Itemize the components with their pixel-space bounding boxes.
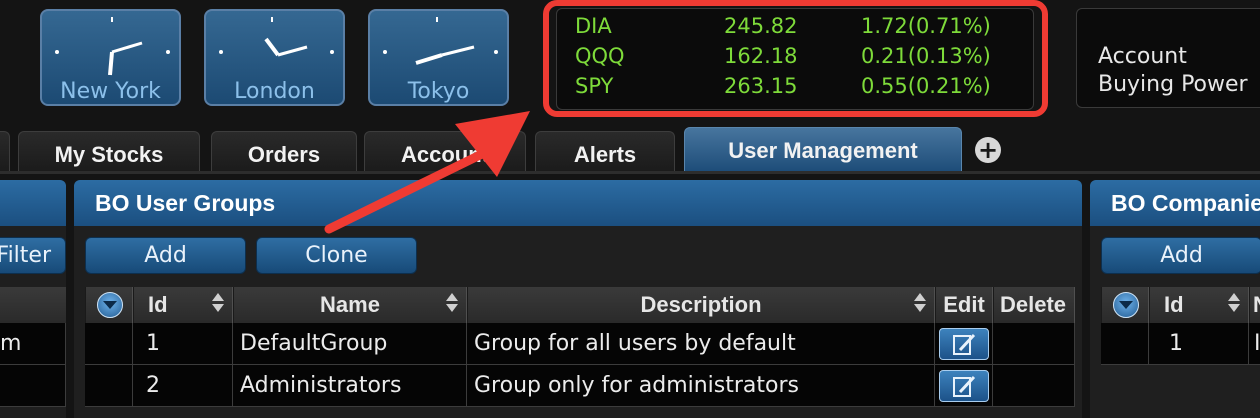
annotation-arrow bbox=[324, 111, 530, 234]
